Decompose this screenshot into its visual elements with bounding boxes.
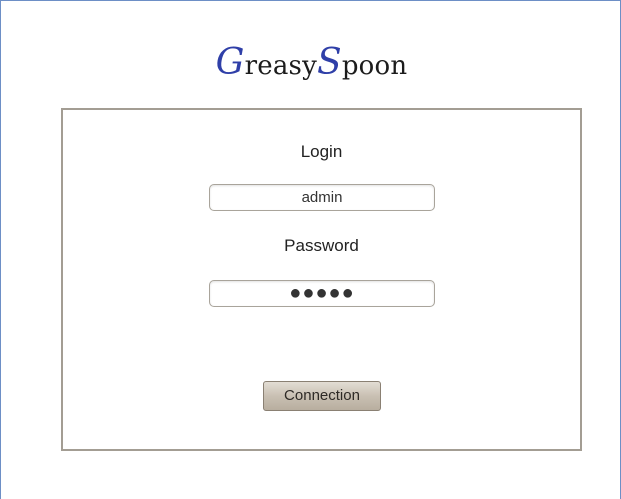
page-frame: GreasySpoon Login Password ●●●●● Connect…: [0, 0, 621, 499]
logo-text-poon: poon: [341, 51, 408, 81]
login-input[interactable]: [209, 184, 435, 211]
login-label: Login: [300, 142, 343, 161]
password-input[interactable]: ●●●●●: [209, 280, 435, 307]
logo-initial-s: S: [316, 42, 342, 83]
logo-initial-g: G: [215, 42, 245, 83]
greasyspoon-logo: GreasySpoon: [1, 42, 621, 83]
login-panel: Login Password ●●●●● Connection: [61, 108, 582, 451]
password-label: Password: [284, 236, 359, 255]
connection-button[interactable]: Connection: [263, 381, 381, 411]
logo-text-reasy: reasy: [244, 51, 317, 81]
